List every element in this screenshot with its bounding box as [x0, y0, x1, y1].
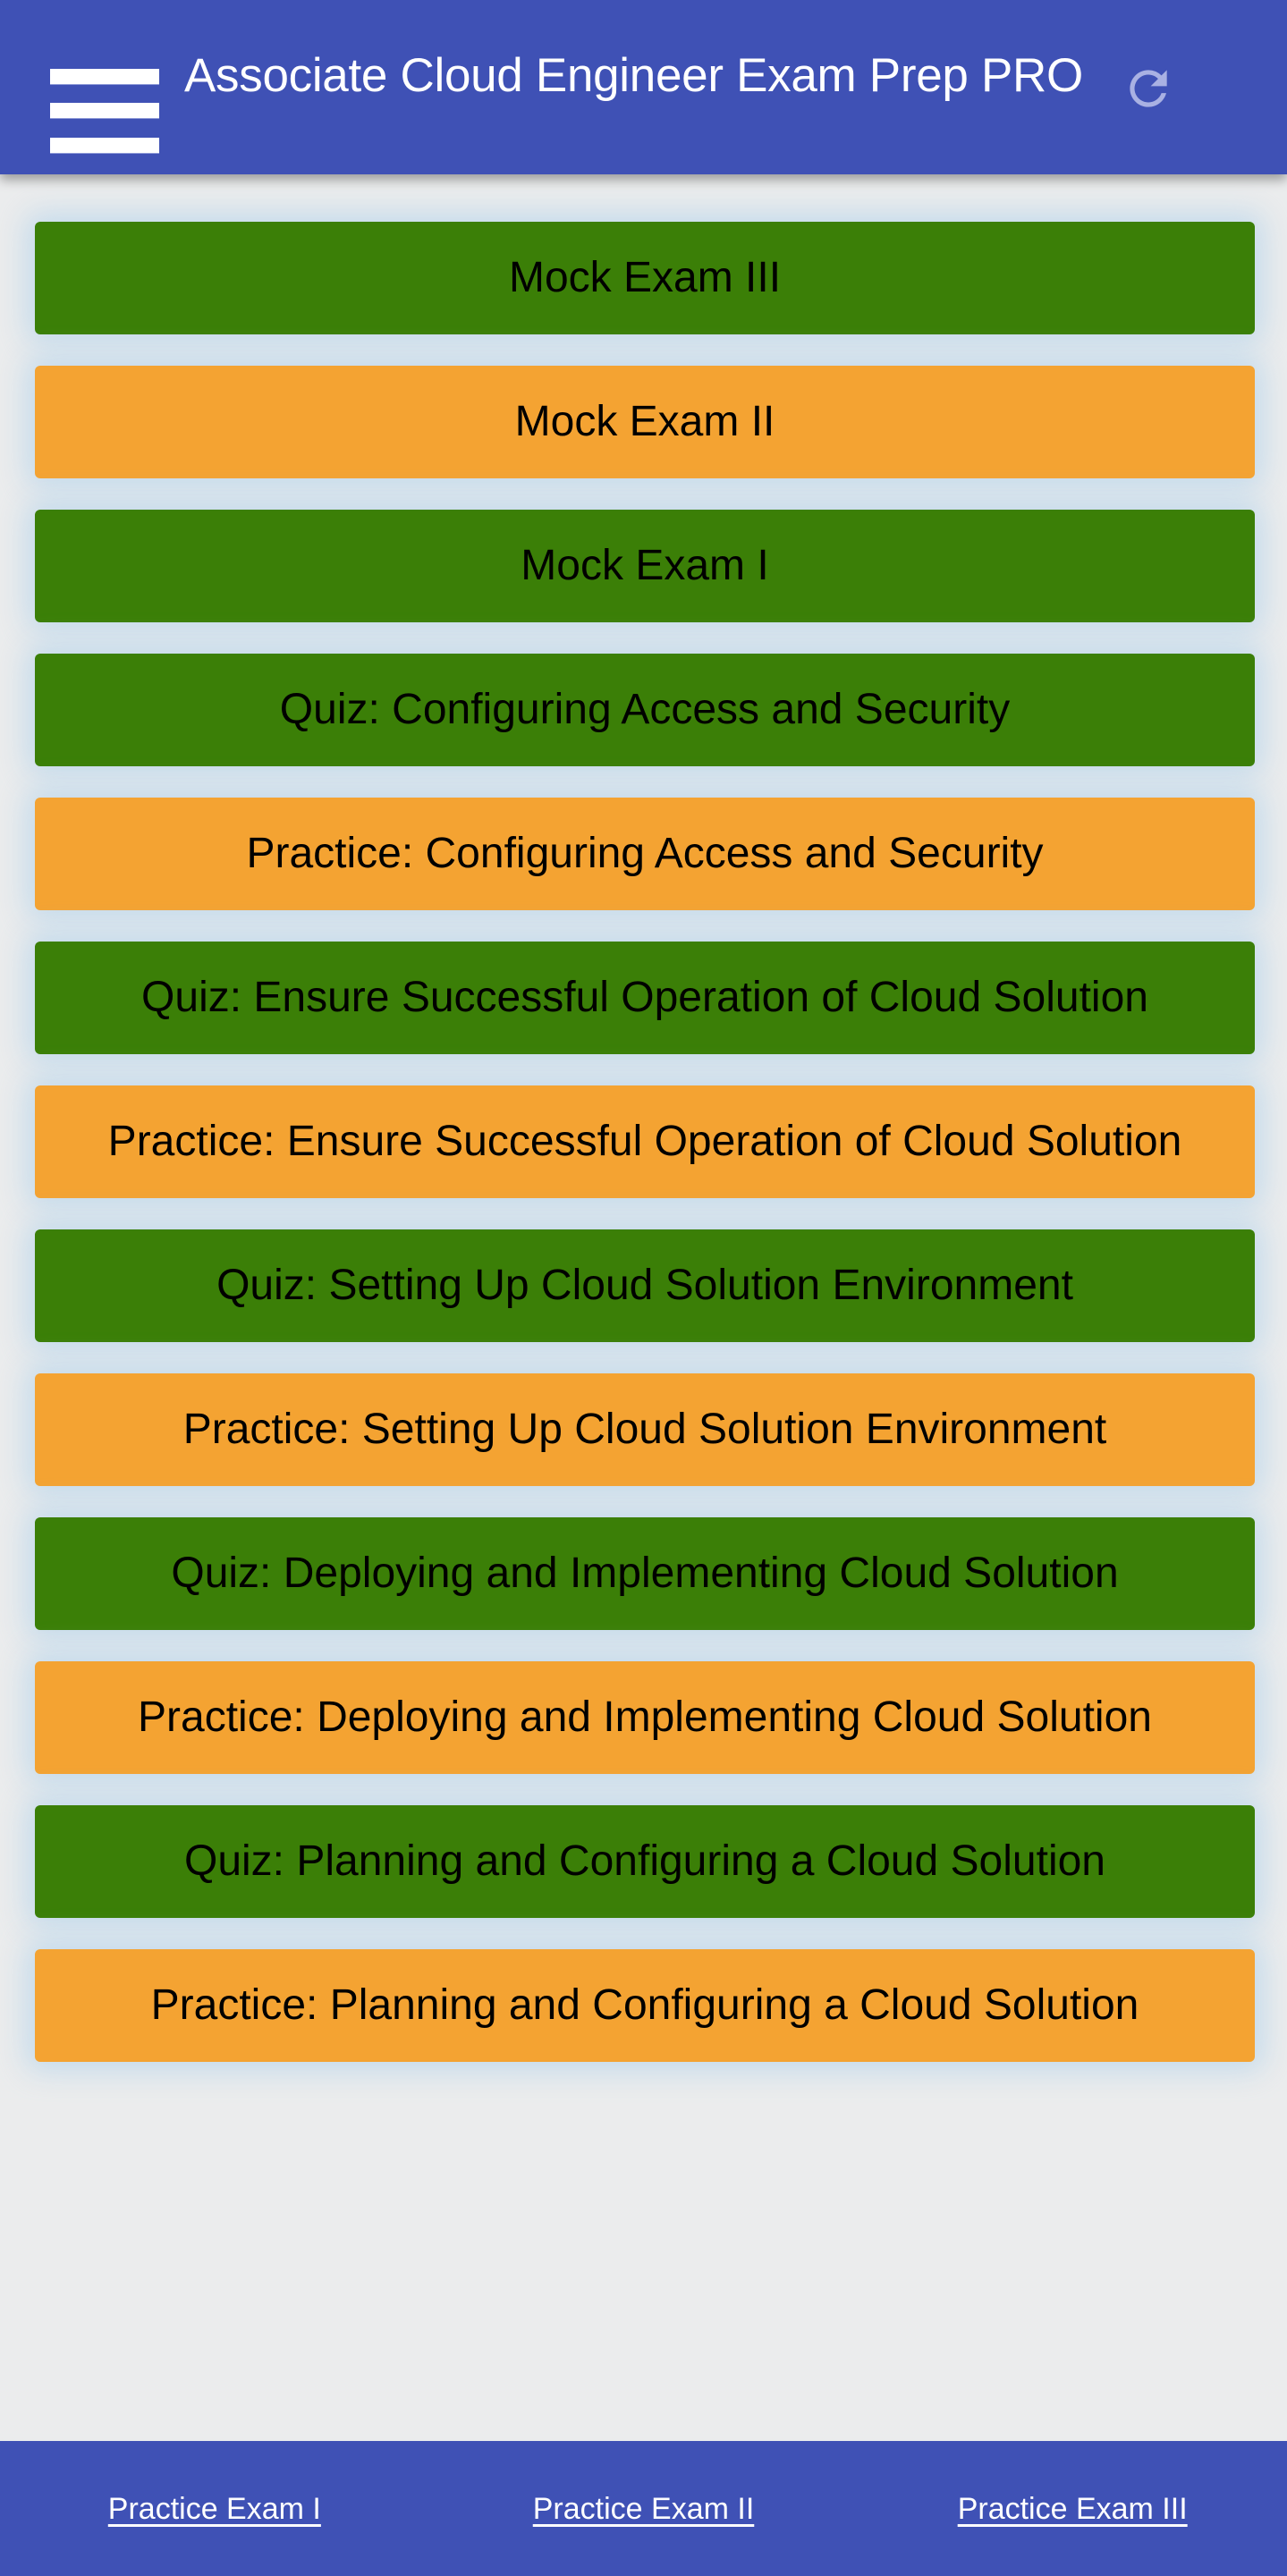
menu-item-quiz-deploying-implementing[interactable]: Quiz: Deploying and Implementing Cloud S… [35, 1517, 1255, 1630]
footer-link-practice-exam-1[interactable]: Practice Exam I [0, 2492, 429, 2527]
exam-menu-list: Mock Exam III Mock Exam II Mock Exam I Q… [35, 222, 1255, 2093]
menu-item-practice-deploying-implementing[interactable]: Practice: Deploying and Implementing Clo… [35, 1661, 1255, 1774]
menu-item-mock-exam-3[interactable]: Mock Exam III [35, 222, 1255, 334]
refresh-button[interactable] [1121, 61, 1176, 116]
menu-item-practice-access-security[interactable]: Practice: Configuring Access and Securit… [35, 798, 1255, 910]
hamburger-bar [50, 103, 159, 119]
menu-item-quiz-access-security[interactable]: Quiz: Configuring Access and Security [35, 654, 1255, 766]
menu-item-practice-planning-configuring[interactable]: Practice: Planning and Configuring a Clo… [35, 1949, 1255, 2062]
menu-item-quiz-planning-configuring[interactable]: Quiz: Planning and Configuring a Cloud S… [35, 1805, 1255, 1918]
app-footer: Practice Exam I Practice Exam II Practic… [0, 2441, 1287, 2576]
menu-item-practice-successful-operation[interactable]: Practice: Ensure Successful Operation of… [35, 1085, 1255, 1198]
hamburger-bar [50, 69, 159, 85]
app-header: Associate Cloud Engineer Exam Prep PRO [0, 0, 1287, 174]
menu-button[interactable] [50, 69, 159, 154]
menu-item-quiz-setting-up-environment[interactable]: Quiz: Setting Up Cloud Solution Environm… [35, 1229, 1255, 1342]
app-title: Associate Cloud Engineer Exam Prep PRO [184, 49, 1083, 102]
menu-item-practice-setting-up-environment[interactable]: Practice: Setting Up Cloud Solution Envi… [35, 1373, 1255, 1486]
menu-item-mock-exam-2[interactable]: Mock Exam II [35, 366, 1255, 478]
hamburger-bar [50, 138, 159, 154]
footer-link-practice-exam-3[interactable]: Practice Exam III [858, 2492, 1287, 2527]
menu-item-quiz-successful-operation[interactable]: Quiz: Ensure Successful Operation of Clo… [35, 942, 1255, 1054]
refresh-icon [1130, 70, 1167, 107]
menu-item-mock-exam-1[interactable]: Mock Exam I [35, 510, 1255, 622]
footer-link-practice-exam-2[interactable]: Practice Exam II [429, 2492, 859, 2527]
